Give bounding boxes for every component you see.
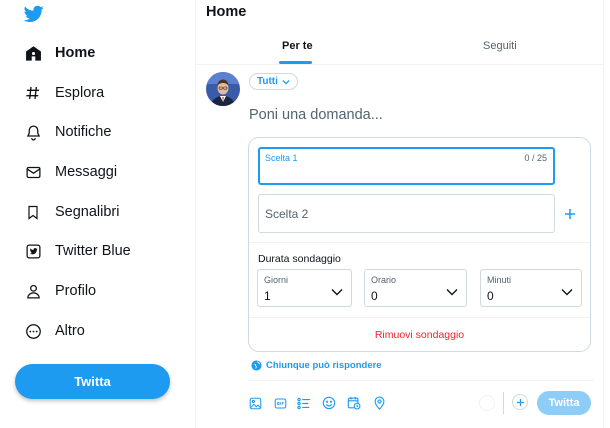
add-thread-plus-icon[interactable] [512, 394, 528, 410]
page-title: Home [206, 4, 247, 20]
sidebar-item-label: Twitter Blue [55, 243, 131, 259]
poll-choice-1-input[interactable]: Scelta 1 0 / 25 [258, 147, 555, 185]
globe-icon [251, 359, 262, 371]
image-icon[interactable] [248, 396, 262, 410]
compose-divider [249, 380, 594, 381]
tweet-button[interactable]: Twitta [15, 364, 170, 399]
tab-for-you[interactable]: Per te [282, 40, 313, 52]
remove-poll-button[interactable]: Rimuovi sondaggio [249, 318, 590, 351]
twitter-bird-icon[interactable] [23, 5, 44, 23]
poll-choice-2-input[interactable]: Scelta 2 [258, 194, 555, 233]
sidebar-item-bookmarks[interactable]: Segnalibri [24, 199, 120, 225]
hours-select-label: Orario [371, 275, 397, 285]
add-choice-plus-icon[interactable] [564, 207, 576, 219]
sidebar-item-profile[interactable]: Profilo [24, 278, 96, 304]
tab-following[interactable]: Seguiti [483, 40, 517, 52]
more-circle-icon [24, 322, 42, 340]
sidebar-item-twitter-blue[interactable]: Twitter Blue [24, 238, 131, 264]
poll-divider [249, 242, 590, 243]
character-progress-ring [479, 395, 495, 411]
sidebar-item-label: Home [55, 45, 96, 61]
sidebar-item-label: Messaggi [55, 164, 118, 180]
bell-icon [24, 123, 42, 141]
poll-card: Scelta 1 0 / 25 Scelta 2 Durata sondaggi… [248, 137, 591, 352]
sidebar-item-more[interactable]: Altro [24, 318, 85, 344]
minutes-select-value: 0 [487, 289, 494, 303]
bookmark-icon [24, 203, 42, 221]
character-count: 0 / 25 [524, 153, 547, 163]
schedule-icon[interactable] [347, 396, 361, 410]
sidebar-item-label: Notifiche [55, 124, 112, 140]
person-icon [24, 282, 42, 300]
reply-setting-button[interactable]: Chiunque può rispondere [251, 358, 382, 372]
sidebar-item-home[interactable]: Home [24, 40, 95, 66]
sidebar-item-label: Esplora [55, 85, 105, 101]
sidebar-item-label: Profilo [55, 283, 97, 299]
minutes-select-label: Minuti [487, 275, 512, 285]
compose-placeholder[interactable]: Poni una domanda... [249, 107, 383, 123]
poll-choice-1-label: Scelta 1 [265, 153, 298, 163]
main-timeline: Home Per te Seguiti Tutti Poni una doman… [196, 0, 604, 428]
emoji-icon[interactable] [322, 396, 336, 410]
hours-select-value: 0 [371, 289, 378, 303]
audience-selector[interactable]: Tutti [249, 73, 298, 90]
poll-icon[interactable] [297, 396, 311, 410]
sidebar-item-label: Segnalibri [55, 204, 120, 220]
minutes-select[interactable]: Minuti 0 [480, 269, 582, 307]
days-select-value: 1 [264, 289, 271, 303]
chevron-down-icon [561, 284, 573, 296]
avatar[interactable] [206, 72, 240, 106]
hashtag-icon [24, 84, 42, 102]
audience-label: Tutti [257, 76, 278, 87]
sidebar-item-notifications[interactable]: Notifiche [24, 119, 111, 145]
sidebar-item-messages[interactable]: Messaggi [24, 159, 117, 185]
submit-tweet-button[interactable]: Twitta [537, 391, 591, 415]
sidebar-item-explore[interactable]: Esplora [24, 80, 104, 106]
hours-select[interactable]: Orario 0 [364, 269, 467, 307]
reply-setting-label: Chiunque può rispondere [266, 359, 382, 371]
days-select[interactable]: Giorni 1 [257, 269, 352, 307]
sidebar: Home Esplora Notifiche Messaggi Segnalib… [0, 0, 196, 428]
envelope-icon [24, 163, 42, 181]
location-icon[interactable] [372, 396, 386, 410]
poll-choice-2-placeholder: Scelta 2 [265, 207, 309, 221]
sidebar-item-label: Altro [55, 323, 85, 339]
tabs-divider [196, 64, 604, 65]
gif-icon[interactable] [273, 396, 287, 410]
toolbar-divider [503, 392, 504, 414]
twitter-blue-icon [24, 242, 42, 260]
home-icon [24, 44, 42, 62]
poll-duration-label: Durata sondaggio [258, 253, 341, 265]
chevron-down-icon [446, 284, 458, 296]
chevron-down-icon [331, 284, 343, 296]
chevron-down-icon [282, 79, 290, 85]
days-select-label: Giorni [264, 275, 289, 285]
